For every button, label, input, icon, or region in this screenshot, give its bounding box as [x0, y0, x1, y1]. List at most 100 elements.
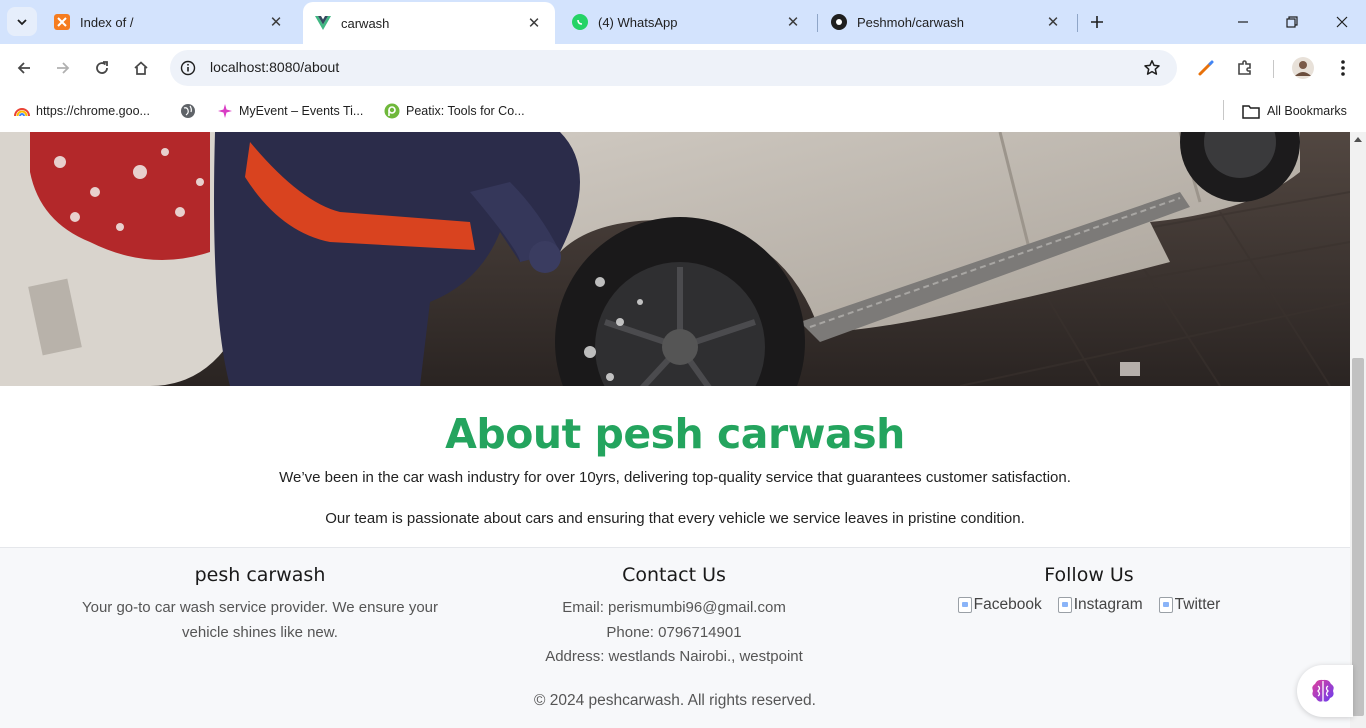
arrow-left-icon [17, 62, 30, 74]
profile-avatar[interactable] [1289, 54, 1317, 82]
broken-image-icon [1057, 597, 1072, 613]
puzzle-icon [1238, 60, 1251, 75]
all-bookmarks-label: All Bookmarks [1267, 104, 1347, 118]
scroll-up-arrow-icon[interactable] [1354, 137, 1362, 142]
browser-toolbar: localhost:8080/about [0, 44, 1366, 92]
bookmarks-bar: https://chrome.goo... MyEvent – Events T… [0, 92, 1366, 132]
scrollbar-thumb[interactable] [1352, 358, 1364, 716]
bookmark-star-icon[interactable] [1141, 57, 1163, 79]
about-paragraph-team: Our team is passionate about cars and en… [325, 510, 1025, 527]
footer-description-line: vehicle shines like new. [182, 623, 338, 641]
footer-description-line: Your go-to car wash service provider. We… [81, 599, 438, 616]
about-section: About pesh carwash We’ve been in the car… [0, 386, 1350, 547]
page-scrollbar[interactable] [1350, 132, 1366, 728]
assistant-bubble[interactable] [1297, 665, 1353, 717]
site-footer: pesh carwash Your go-to car wash service… [0, 547, 1350, 728]
back-button[interactable] [10, 54, 38, 82]
contact-phone: Phone: 0796714901 [606, 623, 742, 641]
home-button[interactable] [127, 54, 155, 82]
close-icon [1336, 16, 1348, 28]
globe-icon [180, 103, 196, 119]
facebook-alt-text: Facebook [973, 596, 1042, 613]
arrow-right-icon [57, 62, 70, 74]
instagram-link[interactable]: Instagram [1057, 596, 1143, 614]
restore-icon [1286, 16, 1298, 28]
twitter-link[interactable]: Twitter [1158, 596, 1221, 614]
about-paragraph-experience: We’ve been in the car wash industry for … [279, 469, 1071, 486]
avatar-icon [1292, 57, 1314, 79]
bookmark-chrome[interactable]: https://chrome.goo... [14, 100, 150, 122]
tab-title: carwash [341, 15, 390, 31]
site-info-icon[interactable] [178, 58, 198, 78]
xampp-icon [54, 14, 70, 30]
bookmark-label: MyEvent – Events Ti... [239, 104, 364, 118]
brain-icon [1312, 679, 1334, 702]
tab-title: Index of / [80, 14, 134, 30]
bookmark-peatix[interactable]: Peatix: Tools for Co... [384, 100, 525, 122]
facebook-link[interactable]: Facebook [957, 596, 1042, 614]
chevron-down-icon [17, 18, 27, 25]
broken-image-icon [957, 597, 972, 613]
pen-icon [1198, 60, 1214, 76]
close-icon[interactable]: ✕ [267, 13, 285, 31]
hero-image [0, 132, 1350, 386]
footer-copyright: © 2024 peshcarwash. All rights reserved. [534, 692, 816, 709]
tab-github[interactable]: Peshmoh/carwash ✕ [819, 4, 1074, 40]
browser-menu-button[interactable] [1329, 54, 1357, 82]
tab-separator [1077, 14, 1078, 32]
instagram-alt-text: Instagram [1073, 596, 1143, 613]
new-tab-button[interactable] [1084, 9, 1110, 35]
forward-button[interactable] [49, 54, 77, 82]
kebab-menu-icon [1341, 60, 1345, 76]
toolbar-separator [1273, 60, 1274, 78]
url-text[interactable]: localhost:8080/about [210, 59, 339, 75]
all-bookmarks[interactable]: All Bookmarks [1241, 100, 1347, 122]
reload-button[interactable] [88, 54, 116, 82]
page-viewport: About pesh carwash We’ve been in the car… [0, 132, 1350, 728]
minimize-button[interactable] [1225, 8, 1261, 36]
contact-email: Email: perismumbi96@gmail.com [562, 599, 786, 616]
broken-image-icon [1158, 597, 1173, 613]
github-icon [831, 14, 847, 30]
footer-contact-title: Contact Us [622, 564, 726, 586]
tab-carwash[interactable]: carwash ✕ [303, 2, 555, 44]
plus-icon [1091, 16, 1103, 28]
folder-icon [1241, 103, 1261, 119]
tab-search-button[interactable] [7, 7, 37, 36]
close-icon[interactable]: ✕ [784, 13, 802, 31]
tab-index[interactable]: Index of / ✕ [42, 4, 297, 40]
tab-whatsapp[interactable]: (4) WhatsApp ✕ [560, 4, 814, 40]
footer-brand-title: pesh carwash [194, 564, 326, 586]
vue-icon [315, 15, 331, 31]
close-icon[interactable]: ✕ [1044, 13, 1062, 31]
reload-icon [96, 61, 108, 74]
peatix-icon [384, 103, 400, 119]
rainbow-icon [14, 103, 30, 119]
bookmark-label: https://chrome.goo... [36, 104, 150, 118]
tab-strip: Index of / ✕ carwash ✕ (4) WhatsApp ✕ Pe… [0, 0, 1366, 44]
footer-brand-description: Your go-to car wash service provider. We… [60, 596, 460, 645]
tab-title: Peshmoh/carwash [857, 14, 964, 30]
minimize-icon [1238, 21, 1248, 23]
footer-follow-title: Follow Us [1044, 564, 1134, 586]
restore-button[interactable] [1274, 8, 1310, 36]
home-icon [134, 61, 148, 75]
extension-pen-button[interactable] [1192, 54, 1220, 82]
extensions-button[interactable] [1231, 54, 1259, 82]
footer-contact-details: Email: perismumbi96@gmail.com Phone: 079… [474, 596, 874, 670]
close-window-button[interactable] [1324, 8, 1360, 36]
bookmarks-separator [1223, 100, 1224, 120]
bookmark-globe[interactable] [180, 100, 202, 122]
address-bar[interactable]: localhost:8080/about [170, 50, 1177, 86]
whatsapp-icon [572, 14, 588, 30]
footer-brand-column: pesh carwash Your go-to car wash service… [60, 564, 460, 645]
car-wash-photo [0, 132, 1350, 386]
close-icon[interactable]: ✕ [525, 14, 543, 32]
tab-title: (4) WhatsApp [598, 14, 678, 30]
twitter-alt-text: Twitter [1174, 596, 1221, 613]
social-links: Facebook Instagram Twitter [889, 596, 1289, 614]
myevent-icon [217, 103, 233, 119]
bookmark-myevent[interactable]: MyEvent – Events Ti... [217, 100, 363, 122]
footer-follow-column: Follow Us Facebook Instagram Twitter [889, 564, 1289, 614]
tab-separator [817, 14, 818, 32]
